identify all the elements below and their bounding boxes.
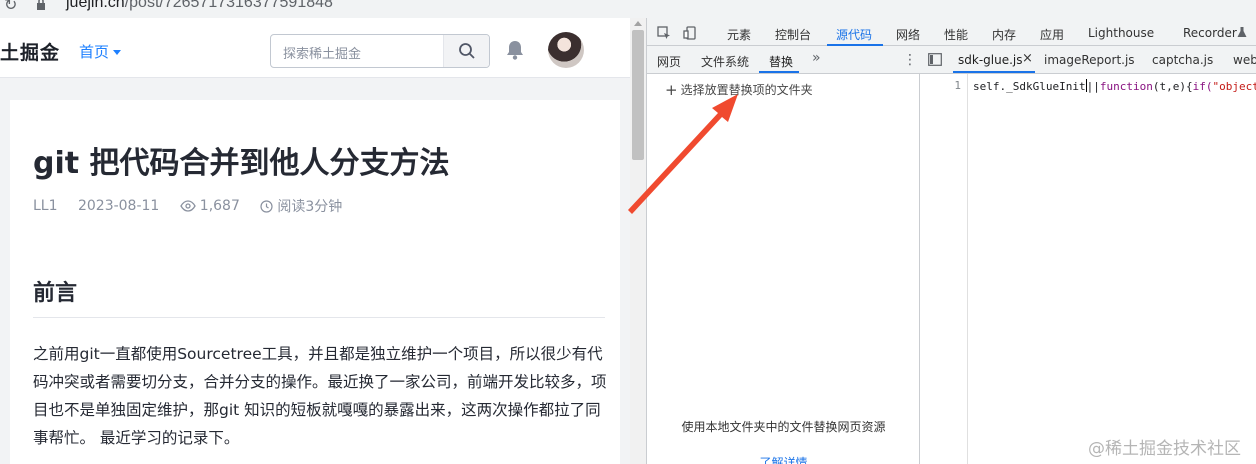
heading-divider <box>33 317 605 318</box>
close-tab-icon[interactable]: × <box>1022 51 1033 66</box>
code-line[interactable]: self._SdkGlueInit||function(t,e){if("obj… <box>973 79 1256 93</box>
plus-icon: + <box>665 81 678 99</box>
toggle-navigator-icon[interactable] <box>928 53 942 66</box>
article-paragraph: 之前用git一直都使用Sourcetree工具，并且都是独立维护一个项目，所以很… <box>33 345 607 447</box>
chevron-down-icon <box>113 50 122 55</box>
file-tab-sdk-glue[interactable]: sdk-glue.js <box>958 53 1023 67</box>
device-toolbar-icon[interactable] <box>683 26 697 40</box>
code-keyword: function <box>1099 80 1153 93</box>
search-icon <box>459 43 475 59</box>
site-logo[interactable]: 土掘金 <box>0 38 60 65</box>
article-meta: LL1 2023-08-11 1,687 阅读3分钟 <box>33 196 358 216</box>
sources-navigator-tabs: 网页 文件系统 替换 » ⋮ <box>647 46 920 74</box>
tab-application[interactable]: 应用 <box>1040 26 1064 43</box>
search-placeholder: 探索稀土掘金 <box>283 47 362 62</box>
scrollbar-thumb[interactable] <box>632 30 644 160</box>
web-page: 土掘金 首页 探索稀土掘金 git 把代码合并到他人分支方法 LL1 2023-… <box>0 18 630 464</box>
url-text[interactable]: juejin.cn/post/7265717316377591848 <box>66 0 333 12</box>
select-overrides-folder-button[interactable]: + 选择放置替换项的文件夹 <box>665 81 813 99</box>
code-identifier: self._SdkGlueInit <box>973 80 1086 93</box>
notification-bell-icon[interactable] <box>505 39 525 61</box>
devtools-tab-bar: 元素 控制台 源代码 网络 性能 内存 应用 Lighthouse Record… <box>647 18 1256 46</box>
article-title: git 把代码合并到他人分支方法 <box>33 146 450 181</box>
active-file-indicator <box>953 71 1035 73</box>
view-count: 1,687 <box>180 198 240 214</box>
overrides-pane: + 选择放置替换项的文件夹 使用本地文件夹中的文件替换网页资源 了解详情 <box>647 74 920 464</box>
devtools-panel: 元素 控制台 源代码 网络 性能 内存 应用 Lighthouse Record… <box>646 18 1256 464</box>
code-if: if( <box>1192 80 1213 93</box>
clock-icon <box>260 199 273 213</box>
home-nav-link[interactable]: 首页 <box>79 41 122 62</box>
scroll-up-arrow-icon[interactable] <box>634 21 642 26</box>
read-time-value: 阅读3分钟 <box>277 199 343 215</box>
url-host: juejin.cn <box>66 0 125 11</box>
tab-performance[interactable]: 性能 <box>944 26 968 43</box>
subtab-page[interactable]: 网页 <box>657 53 681 70</box>
search-input[interactable]: 探索稀土掘金 <box>270 34 490 68</box>
tab-sources[interactable]: 源代码 <box>836 26 872 43</box>
tab-lighthouse[interactable]: Lighthouse <box>1088 26 1154 40</box>
subtab-filesystem[interactable]: 文件系统 <box>701 53 749 70</box>
page-scrollbar[interactable] <box>630 18 646 464</box>
publish-date: 2023-08-11 <box>77 198 160 214</box>
view-count-value: 1,687 <box>199 198 240 214</box>
tab-recorder[interactable]: Recorder <box>1183 26 1237 40</box>
search-button[interactable] <box>443 35 489 67</box>
article-card: git 把代码合并到他人分支方法 LL1 2023-08-11 1,687 阅读… <box>10 100 620 464</box>
line-number-gutter: 1 <box>920 74 968 464</box>
avatar[interactable] <box>548 32 584 68</box>
more-tabs-icon[interactable]: » <box>812 50 821 66</box>
subtab-overrides[interactable]: 替换 <box>769 53 793 70</box>
file-tab-webo[interactable]: webo <box>1233 53 1256 67</box>
tab-console[interactable]: 控制台 <box>775 26 811 43</box>
lock-icon <box>37 0 45 10</box>
tab-memory[interactable]: 内存 <box>992 26 1016 43</box>
section-heading: 前言 <box>33 281 78 306</box>
more-options-icon[interactable]: ⋮ <box>903 52 917 68</box>
flask-icon <box>1237 27 1247 37</box>
read-time: 阅读3分钟 <box>260 198 343 215</box>
file-tab-captcha[interactable]: captcha.js <box>1152 53 1213 67</box>
select-folder-label: 选择放置替换项的文件夹 <box>680 83 813 97</box>
tab-elements[interactable]: 元素 <box>727 26 751 43</box>
inspect-element-icon[interactable] <box>657 26 671 40</box>
overrides-hint: 使用本地文件夹中的文件替换网页资源 <box>681 420 886 434</box>
url-path: /post/7265717316377591848 <box>124 0 333 11</box>
file-tab-imagereport[interactable]: imageReport.js <box>1044 53 1135 67</box>
code-string: "object <box>1212 80 1256 93</box>
editor-file-tabs: sdk-glue.js × imageReport.js captcha.js … <box>920 46 1256 74</box>
learn-more-link[interactable]: 了解详情 <box>647 454 920 464</box>
watermark: @稀土掘金技术社区 <box>1088 439 1241 459</box>
site-header: 土掘金 首页 探索稀土掘金 <box>0 18 630 78</box>
code-operator: || <box>1086 80 1100 93</box>
reload-icon[interactable]: ↻ <box>4 0 17 14</box>
eye-icon <box>180 200 196 212</box>
active-subtab-indicator <box>759 71 799 73</box>
line-number: 1 <box>954 79 961 92</box>
code-args: (t,e){ <box>1152 80 1193 93</box>
author-name[interactable]: LL1 <box>33 198 58 214</box>
tab-network[interactable]: 网络 <box>896 26 920 43</box>
address-bar[interactable]: ↻ juejin.cn/post/7265717316377591848 <box>0 0 1256 18</box>
home-nav-label: 首页 <box>79 43 110 61</box>
